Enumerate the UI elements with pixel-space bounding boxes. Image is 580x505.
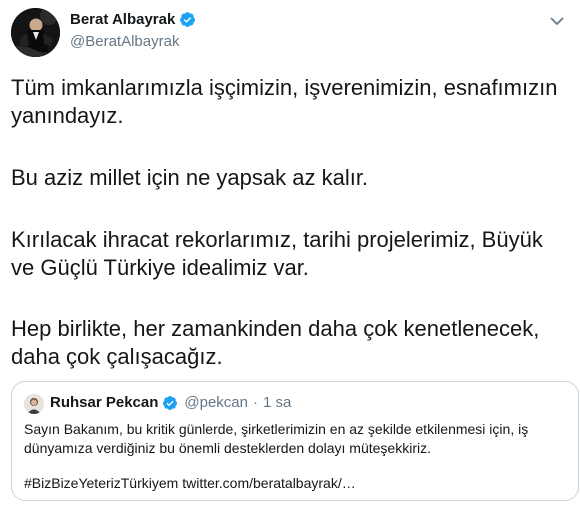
tweet-line: Kırılacak ihracat rekorlarımız, tarihi p…	[11, 227, 543, 252]
separator-dot: ·	[253, 394, 258, 411]
quoted-tweet[interactable]: Ruhsar Pekcan @pekcan · 1 sa Sayın Bakan…	[11, 381, 579, 501]
quoted-display-name: Ruhsar Pekcan	[50, 394, 159, 411]
quoted-author-avatar	[24, 394, 44, 414]
quoted-text-line: dünyamıza verdiğiniz bu önemli destekler…	[24, 440, 431, 456]
author-handle[interactable]: @BeratAlbayrak	[70, 33, 179, 50]
tweet-line: daha çok çalışacağız.	[11, 344, 223, 369]
tweet-line: Hep birlikte, her zamankinden daha çok k…	[11, 316, 540, 341]
avatar-image	[11, 8, 60, 57]
tweet-line: ve Güçlü Türkiye idealimiz var.	[11, 255, 309, 280]
tweet-card[interactable]: Berat Albayrak @BeratAlbayrak Tüm imkanl…	[0, 0, 580, 505]
author-name-row[interactable]: Berat Albayrak	[70, 11, 196, 28]
tweet-line: Bu aziz millet için ne yapsak az kalır.	[11, 165, 369, 190]
quoted-text-line: Sayın Bakanım, bu kritik günlerde, şirke…	[24, 421, 529, 437]
quoted-handle: @pekcan	[184, 394, 248, 411]
verified-badge-icon	[180, 12, 196, 27]
more-options-icon[interactable]	[548, 12, 566, 30]
tweet-line: yanındayız.	[11, 103, 124, 128]
author-display-name[interactable]: Berat Albayrak	[70, 11, 175, 28]
tweet-line: Tüm imkanlarımızla işçimizin, işverenimi…	[11, 75, 558, 100]
quoted-header: Ruhsar Pekcan @pekcan · 1 sa	[50, 394, 291, 411]
verified-badge-icon	[163, 395, 178, 410]
quoted-footer-line: #BizBizeYeterizTürkiyem twitter.com/bera…	[24, 475, 356, 491]
author-avatar[interactable]	[11, 8, 60, 57]
quoted-timestamp: 1 sa	[263, 394, 292, 411]
